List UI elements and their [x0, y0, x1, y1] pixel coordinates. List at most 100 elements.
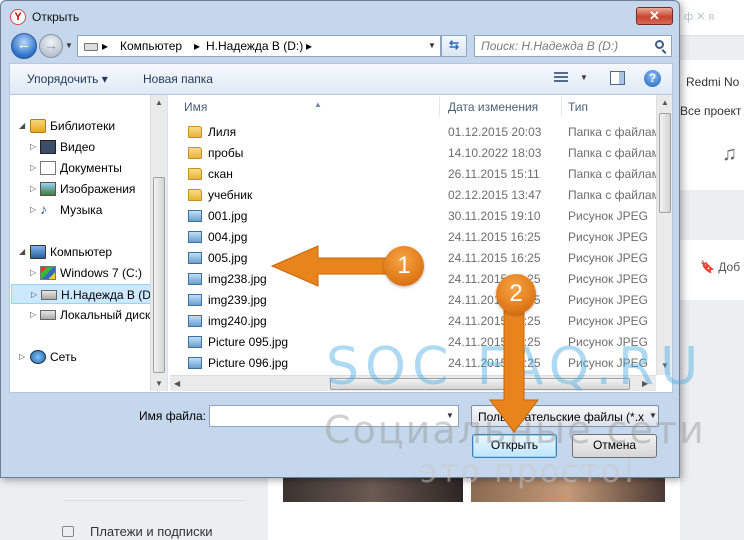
scroll-left-icon[interactable]: ◀	[174, 379, 180, 388]
projects-label[interactable]: Все проект	[680, 104, 741, 118]
scroll-thumb[interactable]	[153, 177, 165, 373]
file-type-filter[interactable]: Пользовательские файлы (*.x ▼	[471, 405, 659, 427]
collapsed-arrow-icon[interactable]: ▷	[30, 142, 36, 151]
payments-link[interactable]: Платежи и подписки	[62, 524, 213, 539]
nav-scrollbar[interactable]: ▲ ▼	[150, 95, 167, 391]
collapsed-arrow-icon[interactable]: ▷	[31, 290, 37, 299]
nav-item-drive-c[interactable]: ▷ Windows 7 (C:)	[10, 263, 151, 283]
file-row[interactable]: скан 26.11.2015 15:11 Папка с файлами	[186, 164, 667, 185]
dialog-titlebar[interactable]: Y Открыть ✕	[1, 1, 679, 31]
collapsed-arrow-icon[interactable]: ▷	[30, 184, 36, 193]
new-folder-button[interactable]: Новая папка	[143, 72, 213, 86]
search-icon[interactable]	[655, 40, 664, 49]
file-row[interactable]: пробы 14.10.2022 18:03 Папка с файлами	[186, 143, 667, 164]
column-header-date[interactable]: Дата изменения	[442, 97, 562, 117]
bookmark-link[interactable]: 🔖 Доб	[700, 260, 740, 274]
crumb-separator-icon[interactable]: ▸	[102, 39, 108, 53]
back-arrow-icon[interactable]: ←	[11, 33, 37, 59]
file-row[interactable]: Picture 096.jpg 24.11.2015 16:25 Рисунок J…	[186, 353, 664, 374]
nav-item-label: Документы	[60, 161, 122, 175]
nav-item-images[interactable]: ▷ Изображения	[10, 179, 151, 199]
crumb-separator-icon[interactable]: ▸	[194, 39, 200, 53]
close-button[interactable]: ✕	[636, 7, 673, 25]
folder-icon	[188, 126, 202, 138]
file-type: Рисунок JPEG	[568, 335, 648, 349]
history-dropdown-icon[interactable]: ▼	[65, 41, 73, 50]
nav-item-music[interactable]: ▷ ♪ Музыка	[10, 200, 151, 220]
file-type: Рисунок JPEG	[568, 230, 648, 244]
view-dropdown-icon[interactable]: ▼	[580, 73, 588, 82]
scroll-thumb[interactable]	[659, 113, 671, 213]
filename-dropdown-icon[interactable]: ▼	[446, 411, 454, 420]
scroll-thumb[interactable]	[330, 378, 630, 390]
file-row[interactable]: 004.jpg 24.11.2015 16:25 Рисунок JPEG	[186, 227, 664, 248]
column-header-type[interactable]: Тип	[562, 97, 656, 117]
nav-item-drive-d[interactable]: ▷ Н.Надежда В (D:)	[11, 284, 158, 304]
filter-dropdown-icon[interactable]: ▼	[647, 411, 657, 420]
refresh-icon[interactable]: ⇆	[441, 35, 467, 57]
file-row[interactable]: img239.jpg 24.11.2015 16:25 Рисунок JPEG	[186, 290, 664, 311]
feed-photo[interactable]	[283, 474, 463, 502]
collapsed-arrow-icon[interactable]: ▷	[30, 310, 36, 319]
feed-photo[interactable]	[471, 474, 665, 502]
cancel-button[interactable]: Отмена	[572, 434, 657, 458]
scroll-up-icon[interactable]: ▲	[155, 98, 163, 107]
image-file-icon	[188, 315, 202, 327]
nav-item-documents[interactable]: ▷ Документы	[10, 158, 151, 178]
music-icon[interactable]: ♫	[722, 143, 737, 166]
file-date: 26.11.2015 15:11	[448, 167, 540, 181]
file-row[interactable]: 001.jpg 30.11.2015 19:10 Рисунок JPEG	[186, 206, 664, 227]
crumb-separator-icon[interactable]: ▸	[306, 39, 312, 53]
file-vertical-scrollbar[interactable]: ▲ ▼	[656, 95, 672, 375]
nav-item-label: Музыка	[60, 203, 103, 217]
nav-item-video[interactable]: ▷ Видео	[10, 137, 151, 157]
file-date: 01.12.2015 20:03	[448, 125, 542, 139]
expanded-arrow-icon[interactable]: ◢	[19, 247, 25, 256]
filename-input[interactable]	[214, 409, 439, 423]
crumb-drive-d[interactable]: Н.Надежда В (D:)	[206, 39, 303, 53]
file-row[interactable]: img240.jpg 24.11.2015 16:25 Рисунок JPEG	[186, 311, 664, 332]
file-type: Рисунок JPEG	[568, 251, 648, 265]
collapsed-arrow-icon[interactable]: ▷	[30, 268, 36, 277]
nav-item-label: Н.Надежда В (D:)	[61, 288, 159, 302]
search-input[interactable]	[481, 39, 651, 53]
file-row[interactable]: Picture 095.jpg 24.11.2015 16:25 Рисунок J…	[186, 332, 664, 353]
file-name: img239.jpg	[208, 293, 267, 307]
crumb-computer[interactable]: Компьютер	[120, 39, 182, 53]
file-row[interactable]: Лиля 01.12.2015 20:03 Папка с файлами	[186, 122, 667, 143]
column-header-name[interactable]: Имя ▲	[178, 97, 440, 117]
nav-item-label: Видео	[60, 140, 96, 154]
dialog-toolbar: Упорядочить ▾ Новая папка ▼ ?	[9, 63, 673, 95]
scroll-down-icon[interactable]: ▼	[155, 379, 163, 388]
address-dropdown-icon[interactable]: ▼	[428, 41, 436, 50]
nav-item-local-disk[interactable]: ▷ Локальный диск	[10, 305, 151, 325]
help-icon[interactable]: ?	[644, 70, 661, 87]
file-horizontal-scrollbar[interactable]: ◀ ▶	[170, 375, 656, 391]
column-header-label: Имя	[184, 100, 208, 114]
filename-combo[interactable]: ▼	[209, 405, 459, 427]
file-row[interactable]: учебник 02.12.2015 13:47 Папка с файлами	[186, 185, 667, 206]
scroll-down-icon[interactable]: ▼	[661, 361, 669, 370]
scroll-right-icon[interactable]: ▶	[642, 379, 648, 388]
folder-icon	[188, 168, 202, 180]
file-row[interactable]: img238.jpg 24.11.2015 16:25 Рисунок JPEG	[186, 269, 664, 290]
address-bar[interactable]: ▸ Компьютер ▸ Н.Надежда В (D:) ▸ ▼	[77, 35, 441, 57]
expanded-arrow-icon[interactable]: ◢	[19, 121, 25, 130]
file-row[interactable]: 005.jpg 24.11.2015 16:25 Рисунок JPEG	[186, 248, 664, 269]
scroll-up-icon[interactable]: ▲	[661, 98, 669, 107]
collapsed-arrow-icon[interactable]: ▷	[30, 163, 36, 172]
forward-arrow-icon[interactable]: →	[39, 34, 63, 58]
collapsed-arrow-icon[interactable]: ▷	[30, 205, 36, 214]
image-file-icon	[188, 336, 202, 348]
view-options-icon[interactable]	[554, 72, 568, 84]
organize-button[interactable]: Упорядочить ▾	[27, 72, 108, 86]
redmi-label[interactable]: Redmi No	[686, 75, 739, 89]
preview-pane-icon[interactable]	[610, 71, 625, 85]
open-button[interactable]: Открыть	[472, 434, 557, 458]
collapsed-arrow-icon[interactable]: ▷	[19, 352, 25, 361]
video-icon	[40, 140, 56, 154]
nav-item-libraries[interactable]: ◢ Библиотеки	[10, 116, 151, 136]
nav-item-network[interactable]: ▷ Сеть	[10, 347, 151, 367]
nav-item-computer[interactable]: ◢ Компьютер	[10, 242, 151, 262]
search-box[interactable]	[474, 35, 672, 57]
